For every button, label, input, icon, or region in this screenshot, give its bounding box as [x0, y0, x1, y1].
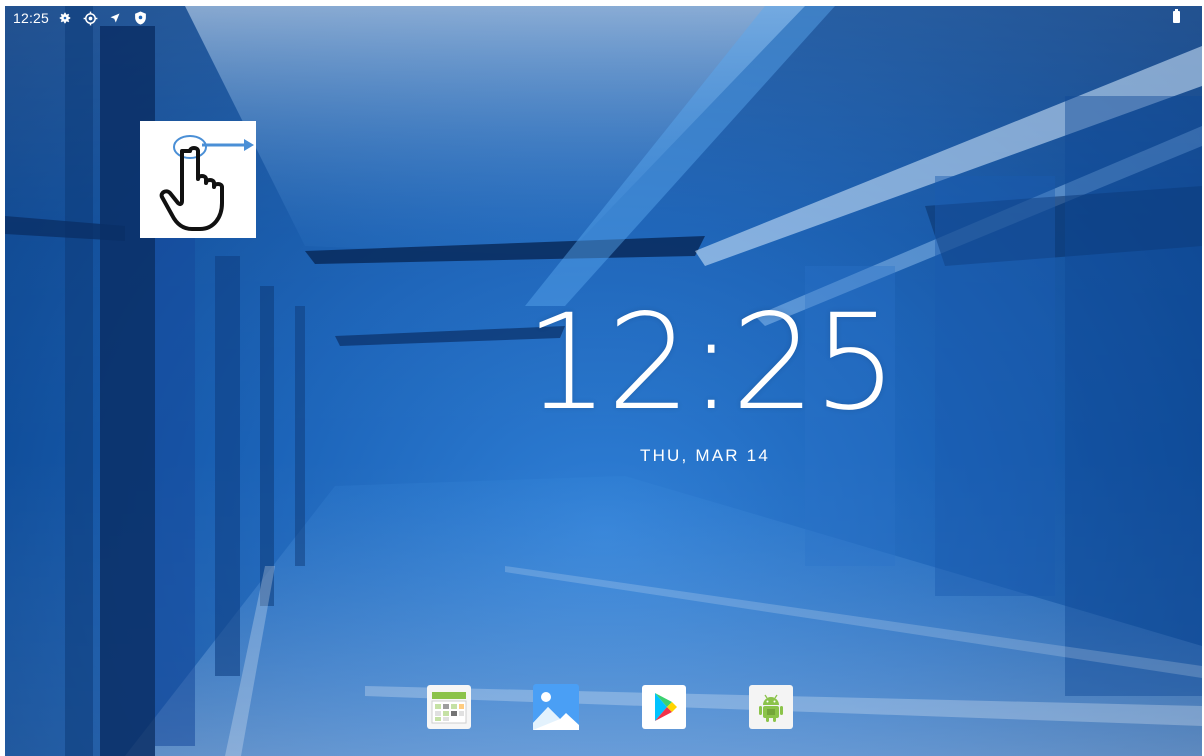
clock-time: 12:25 [525, 286, 897, 440]
status-bar-time: 12:25 [13, 10, 50, 26]
shield-icon [132, 10, 148, 26]
clock-date: THU, MAR 14 [640, 446, 770, 465]
calendar-app-icon[interactable] [425, 683, 473, 731]
play-store-icon[interactable] [640, 683, 688, 731]
home-screen: 12:25 12:25 THU, MAR 14 [5, 6, 1202, 756]
app-dock [425, 681, 795, 733]
navigation-arrow-icon [107, 10, 123, 26]
lock-clock: 12:25 THU, MAR 14 [525, 286, 897, 466]
settings-gear-icon [57, 10, 73, 26]
crosshair-location-icon [82, 10, 98, 26]
status-bar: 12:25 [5, 6, 1202, 30]
battery-icon [1173, 9, 1180, 23]
swipe-right-hand-icon [140, 121, 256, 238]
gallery-app-icon[interactable] [532, 683, 580, 731]
android-app-icon[interactable] [747, 683, 795, 731]
